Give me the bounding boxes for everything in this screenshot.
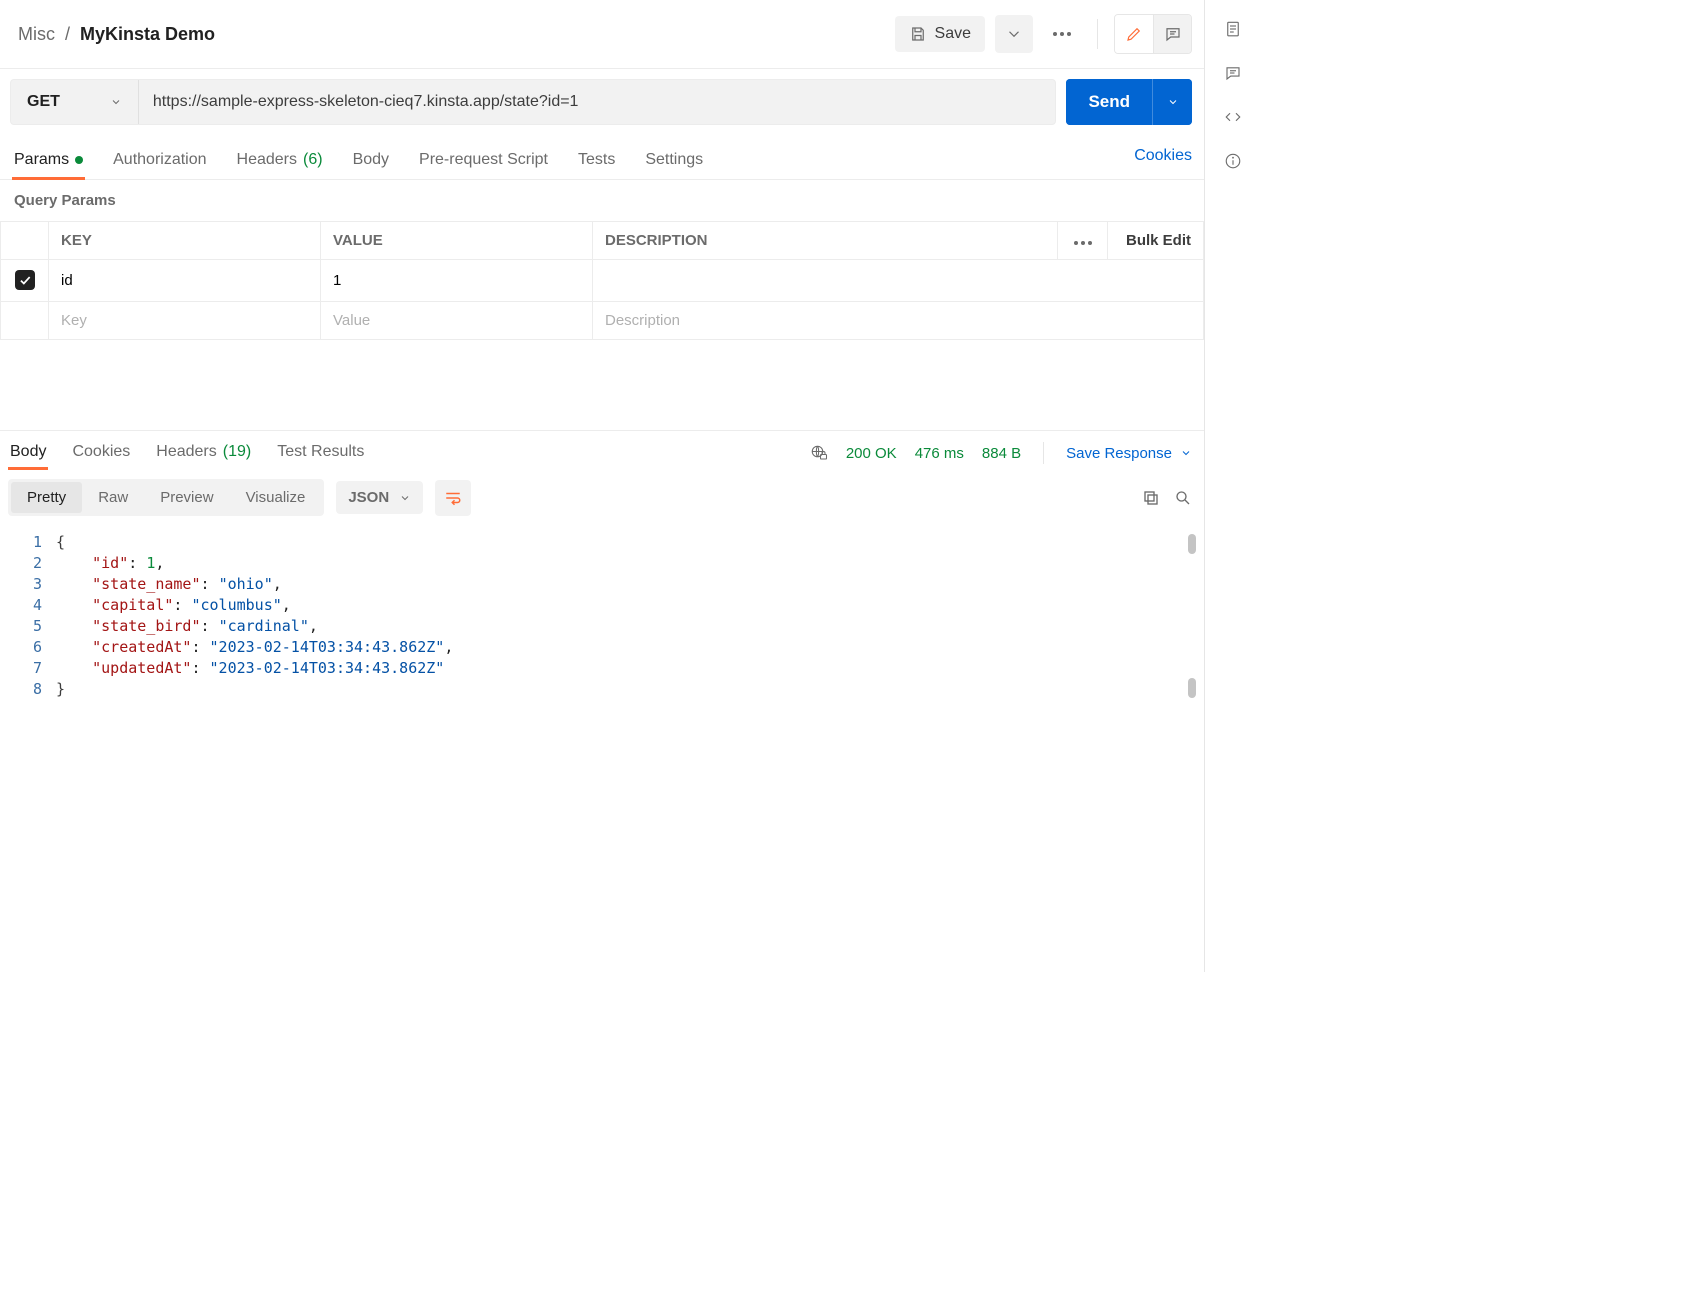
scrollbar-thumb[interactable] bbox=[1188, 534, 1196, 554]
response-status: 200 OK bbox=[846, 445, 897, 462]
param-key-input[interactable] bbox=[61, 272, 308, 289]
tab-authorization[interactable]: Authorization bbox=[111, 143, 208, 179]
pencil-icon bbox=[1125, 25, 1143, 43]
chevron-down-icon bbox=[1167, 96, 1179, 108]
response-tab-test-results[interactable]: Test Results bbox=[275, 437, 366, 469]
check-icon bbox=[18, 273, 32, 287]
tab-body[interactable]: Body bbox=[351, 143, 391, 179]
table-row bbox=[1, 302, 1204, 340]
save-dropdown-button[interactable] bbox=[995, 15, 1033, 53]
search-icon[interactable] bbox=[1174, 489, 1192, 507]
tab-label: Params bbox=[14, 151, 69, 169]
tab-headers[interactable]: Headers (6) bbox=[235, 143, 325, 179]
code-lines: { "id": 1, "state_name": "ohio", "capita… bbox=[56, 532, 1204, 700]
breadcrumb-current: MyKinsta Demo bbox=[80, 24, 215, 45]
param-key-input[interactable] bbox=[61, 312, 308, 329]
send-dropdown-button[interactable] bbox=[1152, 79, 1192, 125]
line-gutter: 12345678 bbox=[0, 532, 56, 700]
response-tab-cookies[interactable]: Cookies bbox=[70, 437, 132, 469]
save-button-label: Save bbox=[935, 25, 971, 43]
bulk-edit-button[interactable]: Bulk Edit bbox=[1108, 222, 1204, 260]
http-method-select[interactable]: GET bbox=[11, 80, 139, 124]
col-header-description: DESCRIPTION bbox=[593, 222, 1058, 260]
param-description-input[interactable] bbox=[605, 312, 1191, 329]
tab-count: (19) bbox=[223, 443, 251, 461]
params-more-button[interactable] bbox=[1074, 241, 1092, 245]
documentation-icon[interactable] bbox=[1224, 20, 1242, 38]
info-icon[interactable] bbox=[1224, 152, 1242, 170]
mode-pretty[interactable]: Pretty bbox=[11, 482, 82, 513]
tab-params[interactable]: Params bbox=[12, 143, 85, 179]
more-actions-button[interactable] bbox=[1043, 15, 1081, 53]
save-response-button[interactable]: Save Response bbox=[1066, 445, 1192, 462]
comments-panel-icon[interactable] bbox=[1224, 64, 1242, 82]
row-enabled-checkbox[interactable] bbox=[15, 270, 35, 290]
request-url-input[interactable] bbox=[139, 80, 1056, 124]
breadcrumb-separator: / bbox=[65, 24, 70, 45]
param-value-input[interactable] bbox=[333, 272, 580, 289]
scrollbar-thumb[interactable] bbox=[1188, 678, 1196, 698]
param-value-input[interactable] bbox=[333, 312, 580, 329]
tab-prerequest[interactable]: Pre-request Script bbox=[417, 143, 550, 179]
param-description-input[interactable] bbox=[605, 272, 1191, 289]
mode-raw[interactable]: Raw bbox=[82, 482, 144, 513]
table-row bbox=[1, 260, 1204, 302]
response-tab-headers[interactable]: Headers (19) bbox=[154, 437, 253, 469]
body-view-mode: Pretty Raw Preview Visualize bbox=[8, 479, 324, 516]
modified-dot-icon bbox=[75, 156, 83, 164]
chevron-down-icon bbox=[399, 492, 411, 504]
globe-lock-icon[interactable] bbox=[810, 444, 828, 462]
send-button[interactable]: Send bbox=[1066, 79, 1152, 125]
wrap-lines-button[interactable] bbox=[435, 480, 471, 516]
dots-horizontal-icon bbox=[1053, 32, 1071, 36]
tab-label: Headers bbox=[237, 151, 297, 169]
response-time: 476 ms bbox=[915, 445, 964, 462]
query-params-table: KEY VALUE DESCRIPTION Bulk Edit bbox=[0, 221, 1204, 340]
response-body-viewer[interactable]: 12345678 { "id": 1, "state_name": "ohio"… bbox=[0, 526, 1204, 712]
response-tab-body[interactable]: Body bbox=[8, 437, 48, 469]
tab-settings[interactable]: Settings bbox=[643, 143, 705, 179]
tab-tests[interactable]: Tests bbox=[576, 143, 617, 179]
col-header-value: VALUE bbox=[321, 222, 593, 260]
comment-icon bbox=[1164, 25, 1182, 43]
chevron-down-icon bbox=[1005, 25, 1023, 43]
query-params-title: Query Params bbox=[0, 180, 1204, 221]
breadcrumb: Misc / MyKinsta Demo bbox=[18, 24, 215, 45]
copy-icon[interactable] bbox=[1142, 489, 1160, 507]
save-response-label: Save Response bbox=[1066, 445, 1172, 462]
mode-preview[interactable]: Preview bbox=[144, 482, 229, 513]
body-format-select[interactable]: JSON bbox=[336, 481, 423, 514]
divider bbox=[1043, 442, 1044, 464]
edit-button[interactable] bbox=[1115, 15, 1153, 53]
tab-label: Headers bbox=[156, 443, 216, 461]
code-icon[interactable] bbox=[1224, 108, 1242, 126]
save-button[interactable]: Save bbox=[895, 16, 985, 52]
http-method-label: GET bbox=[27, 93, 60, 111]
mode-visualize[interactable]: Visualize bbox=[230, 482, 322, 513]
tab-count: (6) bbox=[303, 151, 323, 169]
response-size: 884 B bbox=[982, 445, 1021, 462]
breadcrumb-parent[interactable]: Misc bbox=[18, 24, 55, 45]
divider bbox=[1097, 19, 1098, 49]
comments-button[interactable] bbox=[1153, 15, 1191, 53]
col-header-key: KEY bbox=[49, 222, 321, 260]
wrap-icon bbox=[444, 489, 462, 507]
chevron-down-icon bbox=[110, 96, 122, 108]
floppy-disk-icon bbox=[909, 25, 927, 43]
body-format-label: JSON bbox=[348, 489, 389, 506]
cookies-link[interactable]: Cookies bbox=[1134, 147, 1192, 175]
chevron-down-icon bbox=[1180, 447, 1192, 459]
